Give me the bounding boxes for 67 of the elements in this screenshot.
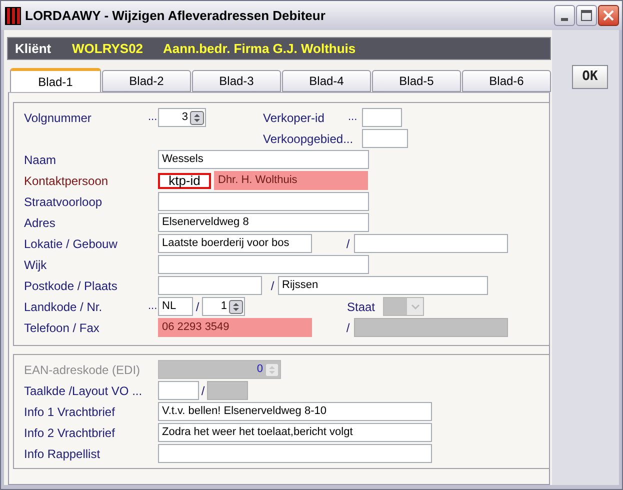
spin-buttons-icon[interactable] bbox=[190, 110, 204, 124]
ellipsis-text: ... bbox=[348, 110, 358, 126]
field-label: Landkode / Nr. bbox=[24, 298, 104, 316]
input-field[interactable]: Laatste boerderij voor bos bbox=[158, 234, 312, 253]
input-field[interactable] bbox=[354, 234, 508, 253]
ellipsis-text: ... bbox=[148, 299, 158, 314]
field-label: Kontaktpersoon bbox=[24, 172, 110, 190]
input-field[interactable]: 06 2293 3549 bbox=[158, 318, 312, 337]
input-field[interactable] bbox=[158, 444, 432, 463]
slash-text: / bbox=[200, 382, 206, 400]
field-label: Info 2 Vrachtbrief bbox=[24, 424, 116, 442]
field-label: Lokatie / Gebouw bbox=[24, 236, 118, 252]
field-label: Postkode / Plaats bbox=[24, 278, 118, 294]
input-field[interactable]: Rijssen bbox=[278, 276, 488, 295]
client-label: Kliënt bbox=[15, 40, 52, 58]
field-label: Straatvoorloop bbox=[24, 194, 104, 210]
input-field[interactable] bbox=[362, 129, 408, 148]
input-field[interactable]: V.t.v. bellen! Elsenerveldweg 8-10 bbox=[158, 402, 432, 421]
minimize-icon bbox=[561, 18, 568, 21]
field-label: Verkoopgebied... bbox=[263, 130, 354, 148]
field-label: Wijk bbox=[24, 256, 48, 274]
slash-text: / bbox=[270, 278, 276, 294]
tab[interactable]: Blad-2 bbox=[102, 70, 191, 92]
field-label: Info 1 Vrachtbrief bbox=[24, 404, 116, 420]
spinner-field[interactable]: 3 bbox=[158, 108, 206, 127]
maximize-icon bbox=[581, 10, 592, 21]
window-title: LORDAAWY - Wijzigen Afleveradressen Debiteur bbox=[25, 6, 326, 25]
field-label: Info Rappellist bbox=[24, 446, 102, 462]
field-label: Verkoper-id bbox=[263, 110, 326, 126]
slash-text: / bbox=[194, 298, 200, 316]
input-field[interactable]: Elsenerveldweg 8 bbox=[158, 213, 369, 232]
caret-icon bbox=[410, 304, 420, 310]
client-name: Aann.bedr. Firma G.J. Wolthuis bbox=[163, 40, 356, 58]
spin-buttons-icon[interactable] bbox=[229, 300, 243, 314]
input-field[interactable] bbox=[158, 192, 369, 211]
field-label: Adres bbox=[24, 214, 56, 232]
ok-button[interactable]: OK bbox=[572, 64, 608, 89]
close-icon bbox=[603, 10, 614, 21]
maximize-button[interactable] bbox=[576, 5, 597, 26]
client-code: WOLRYS02 bbox=[72, 40, 144, 58]
app-icon bbox=[5, 6, 21, 24]
tab[interactable]: Blad-5 bbox=[372, 70, 461, 92]
field-label: Telefoon / Fax bbox=[24, 320, 100, 336]
tab[interactable]: Blad-6 bbox=[462, 70, 551, 92]
ellipsis-text: ... bbox=[148, 110, 158, 126]
minimize-button[interactable] bbox=[554, 5, 575, 26]
input-field[interactable] bbox=[158, 276, 262, 295]
slash-text: / bbox=[345, 236, 351, 252]
input-field[interactable] bbox=[362, 108, 402, 127]
field-label: EAN-adreskode (EDI) bbox=[24, 362, 142, 378]
spinner-field[interactable]: 1 bbox=[202, 297, 245, 316]
input-field[interactable] bbox=[158, 255, 369, 274]
input-field[interactable] bbox=[158, 381, 199, 400]
tab[interactable]: Blad-3 bbox=[192, 70, 281, 92]
input-field[interactable]: Zodra het weer het toelaat,bericht volgt bbox=[158, 423, 432, 442]
field-label: Taalkde /Layout VO ... bbox=[24, 382, 144, 400]
input-field[interactable]: NL bbox=[158, 297, 193, 316]
close-button[interactable] bbox=[598, 5, 619, 26]
id-field[interactable]: ktp-id bbox=[158, 172, 211, 188]
tab[interactable]: Blad-1 bbox=[10, 68, 101, 92]
input-field[interactable]: Wessels bbox=[158, 150, 369, 169]
field-label: Naam bbox=[24, 152, 58, 168]
field-label: Staat bbox=[347, 298, 376, 316]
field-label: Volgnummer bbox=[24, 110, 92, 126]
slash-text: / bbox=[345, 320, 351, 336]
input-field[interactable]: Dhr. H. Wolthuis bbox=[214, 171, 368, 190]
tab[interactable]: Blad-4 bbox=[282, 70, 371, 92]
